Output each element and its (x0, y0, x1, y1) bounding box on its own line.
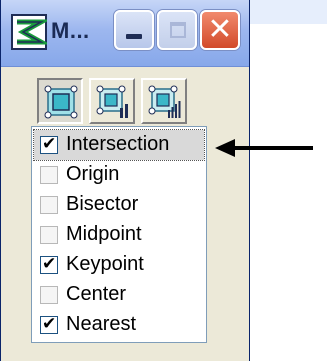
snap-mode-alt-icon (96, 85, 128, 118)
app-logo-icon (11, 14, 47, 50)
checkmark-icon: ✔ (42, 254, 57, 274)
intersection-checkbox[interactable]: ✔ (40, 134, 58, 154)
snap-mode-icon (44, 85, 78, 119)
snap-list: ✔ Intersection Origin Bisector Midpoint … (31, 126, 207, 343)
origin-checkbox[interactable] (40, 166, 58, 184)
snap-mode-bars-icon (148, 85, 181, 118)
checkmark-icon: ✔ (42, 314, 57, 334)
minimize-button[interactable] (114, 10, 154, 50)
snap-item-label: Midpoint (66, 223, 142, 245)
snap-tool-button-2[interactable] (89, 78, 135, 124)
snap-item-label: Center (66, 283, 127, 305)
window-title: M... (51, 18, 90, 43)
close-button[interactable]: ✕ (200, 10, 240, 50)
snap-item-nearest[interactable]: ✔ Nearest (34, 310, 204, 340)
snap-tool-button-3[interactable] (141, 78, 187, 124)
nearest-checkbox[interactable]: ✔ (40, 314, 58, 334)
snap-item-label: Intersection (66, 133, 170, 155)
snap-item-center[interactable]: Center (34, 280, 204, 310)
pointer-arrow-icon (215, 139, 313, 157)
snap-item-keypoint[interactable]: ✔ Keypoint (34, 250, 204, 280)
snap-item-label: Keypoint (66, 253, 144, 275)
midpoint-checkbox[interactable] (40, 226, 58, 244)
snap-item-bisector[interactable]: Bisector (34, 190, 204, 220)
snap-toolbar (31, 78, 197, 126)
close-icon: ✕ (207, 12, 233, 47)
snap-item-midpoint[interactable]: Midpoint (34, 220, 204, 250)
snap-item-intersection[interactable]: ✔ Intersection (33, 129, 205, 161)
snap-mode-window: M... ✕ ✔ Intersection Origin Bisector Mi… (0, 0, 250, 361)
maximize-icon (170, 22, 186, 38)
minimize-icon (126, 34, 142, 39)
checkmark-icon: ✔ (42, 134, 57, 154)
keypoint-checkbox[interactable]: ✔ (40, 254, 58, 274)
snap-item-origin[interactable]: Origin (34, 160, 204, 190)
snap-item-label: Origin (66, 163, 120, 185)
window-titlebar[interactable]: M... ✕ (1, 0, 249, 67)
center-checkbox[interactable] (40, 286, 58, 304)
snap-item-label: Bisector (66, 193, 139, 215)
snap-tool-button-1[interactable] (37, 78, 83, 124)
snap-item-label: Nearest (66, 313, 137, 335)
bisector-checkbox[interactable] (40, 196, 58, 214)
maximize-button[interactable] (157, 10, 197, 50)
